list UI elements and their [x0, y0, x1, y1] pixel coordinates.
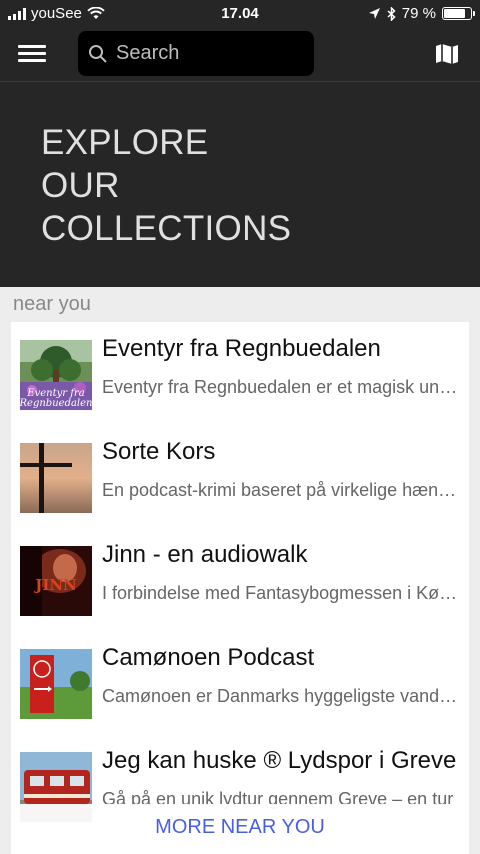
bluetooth-icon [387, 6, 396, 21]
item-title: Jeg kan huske ® Lydspor i Greve [102, 747, 457, 774]
app-bar [0, 28, 480, 82]
svg-text:Regnbuedalen: Regnbuedalen [20, 398, 92, 409]
item-description: Camønoen er Danmarks hyggeligste vandrer… [102, 686, 459, 706]
list-item[interactable]: Sorte Kors En podcast-krimi baseret på v… [11, 425, 469, 528]
more-near-you-bar: MORE NEAR YOU [11, 804, 469, 854]
camino-sign-thumbnail [20, 649, 92, 719]
item-title: Sorte Kors [102, 438, 216, 465]
location-arrow-icon [368, 8, 380, 19]
battery-icon [442, 7, 475, 20]
item-description: I forbindelse med Fantasybogmessen i Køb… [102, 583, 459, 603]
list-item[interactable]: JINN Jinn - en audiowalk I forbindelse m… [11, 528, 469, 631]
hero-line-3: COLLECTIONS [41, 209, 292, 248]
list-item[interactable]: Eventyr fra Regnbuedalen Eventyr fra Reg… [11, 322, 469, 425]
item-description: En podcast-krimi baseret på virkelige hæ… [102, 480, 459, 500]
item-title: Eventyr fra Regnbuedalen [102, 335, 381, 362]
list-item[interactable]: Camønoen Podcast Camønoen er Danmarks hy… [11, 631, 469, 734]
fairytale-forest-thumbnail: Eventyr fra Regnbuedalen [20, 340, 92, 410]
item-title: Jinn - en audiowalk [102, 541, 308, 568]
search-box[interactable] [78, 31, 314, 76]
hero-title: EXPLORE OUR COLLECTIONS [41, 121, 291, 250]
item-title: Camønoen Podcast [102, 644, 315, 671]
black-cross-thumbnail [20, 443, 92, 513]
explore-collections-banner[interactable]: EXPLORE OUR COLLECTIONS [0, 83, 480, 287]
near-you-section: Eventyr fra Regnbuedalen Eventyr fra Reg… [0, 322, 480, 854]
hamburger-menu-icon[interactable] [18, 42, 46, 66]
more-near-you-button[interactable]: MORE NEAR YOU [11, 816, 469, 839]
map-icon[interactable] [434, 42, 460, 66]
svg-text:JINN: JINN [33, 576, 77, 594]
search-input[interactable] [116, 42, 306, 65]
hero-line-2: OUR [41, 166, 120, 205]
search-icon [89, 44, 107, 63]
jinn-thumbnail: JINN [20, 546, 92, 616]
item-description: Eventyr fra Regnbuedalen er et magisk un… [102, 377, 459, 397]
near-you-header: near you [0, 287, 480, 322]
status-right: 79 % [368, 5, 475, 22]
battery-percent: 79 % [401, 5, 436, 22]
status-bar: youSee 17.04 79 % [0, 0, 480, 28]
near-you-list: Eventyr fra Regnbuedalen Eventyr fra Reg… [11, 322, 469, 854]
hero-line-1: EXPLORE [41, 123, 209, 162]
